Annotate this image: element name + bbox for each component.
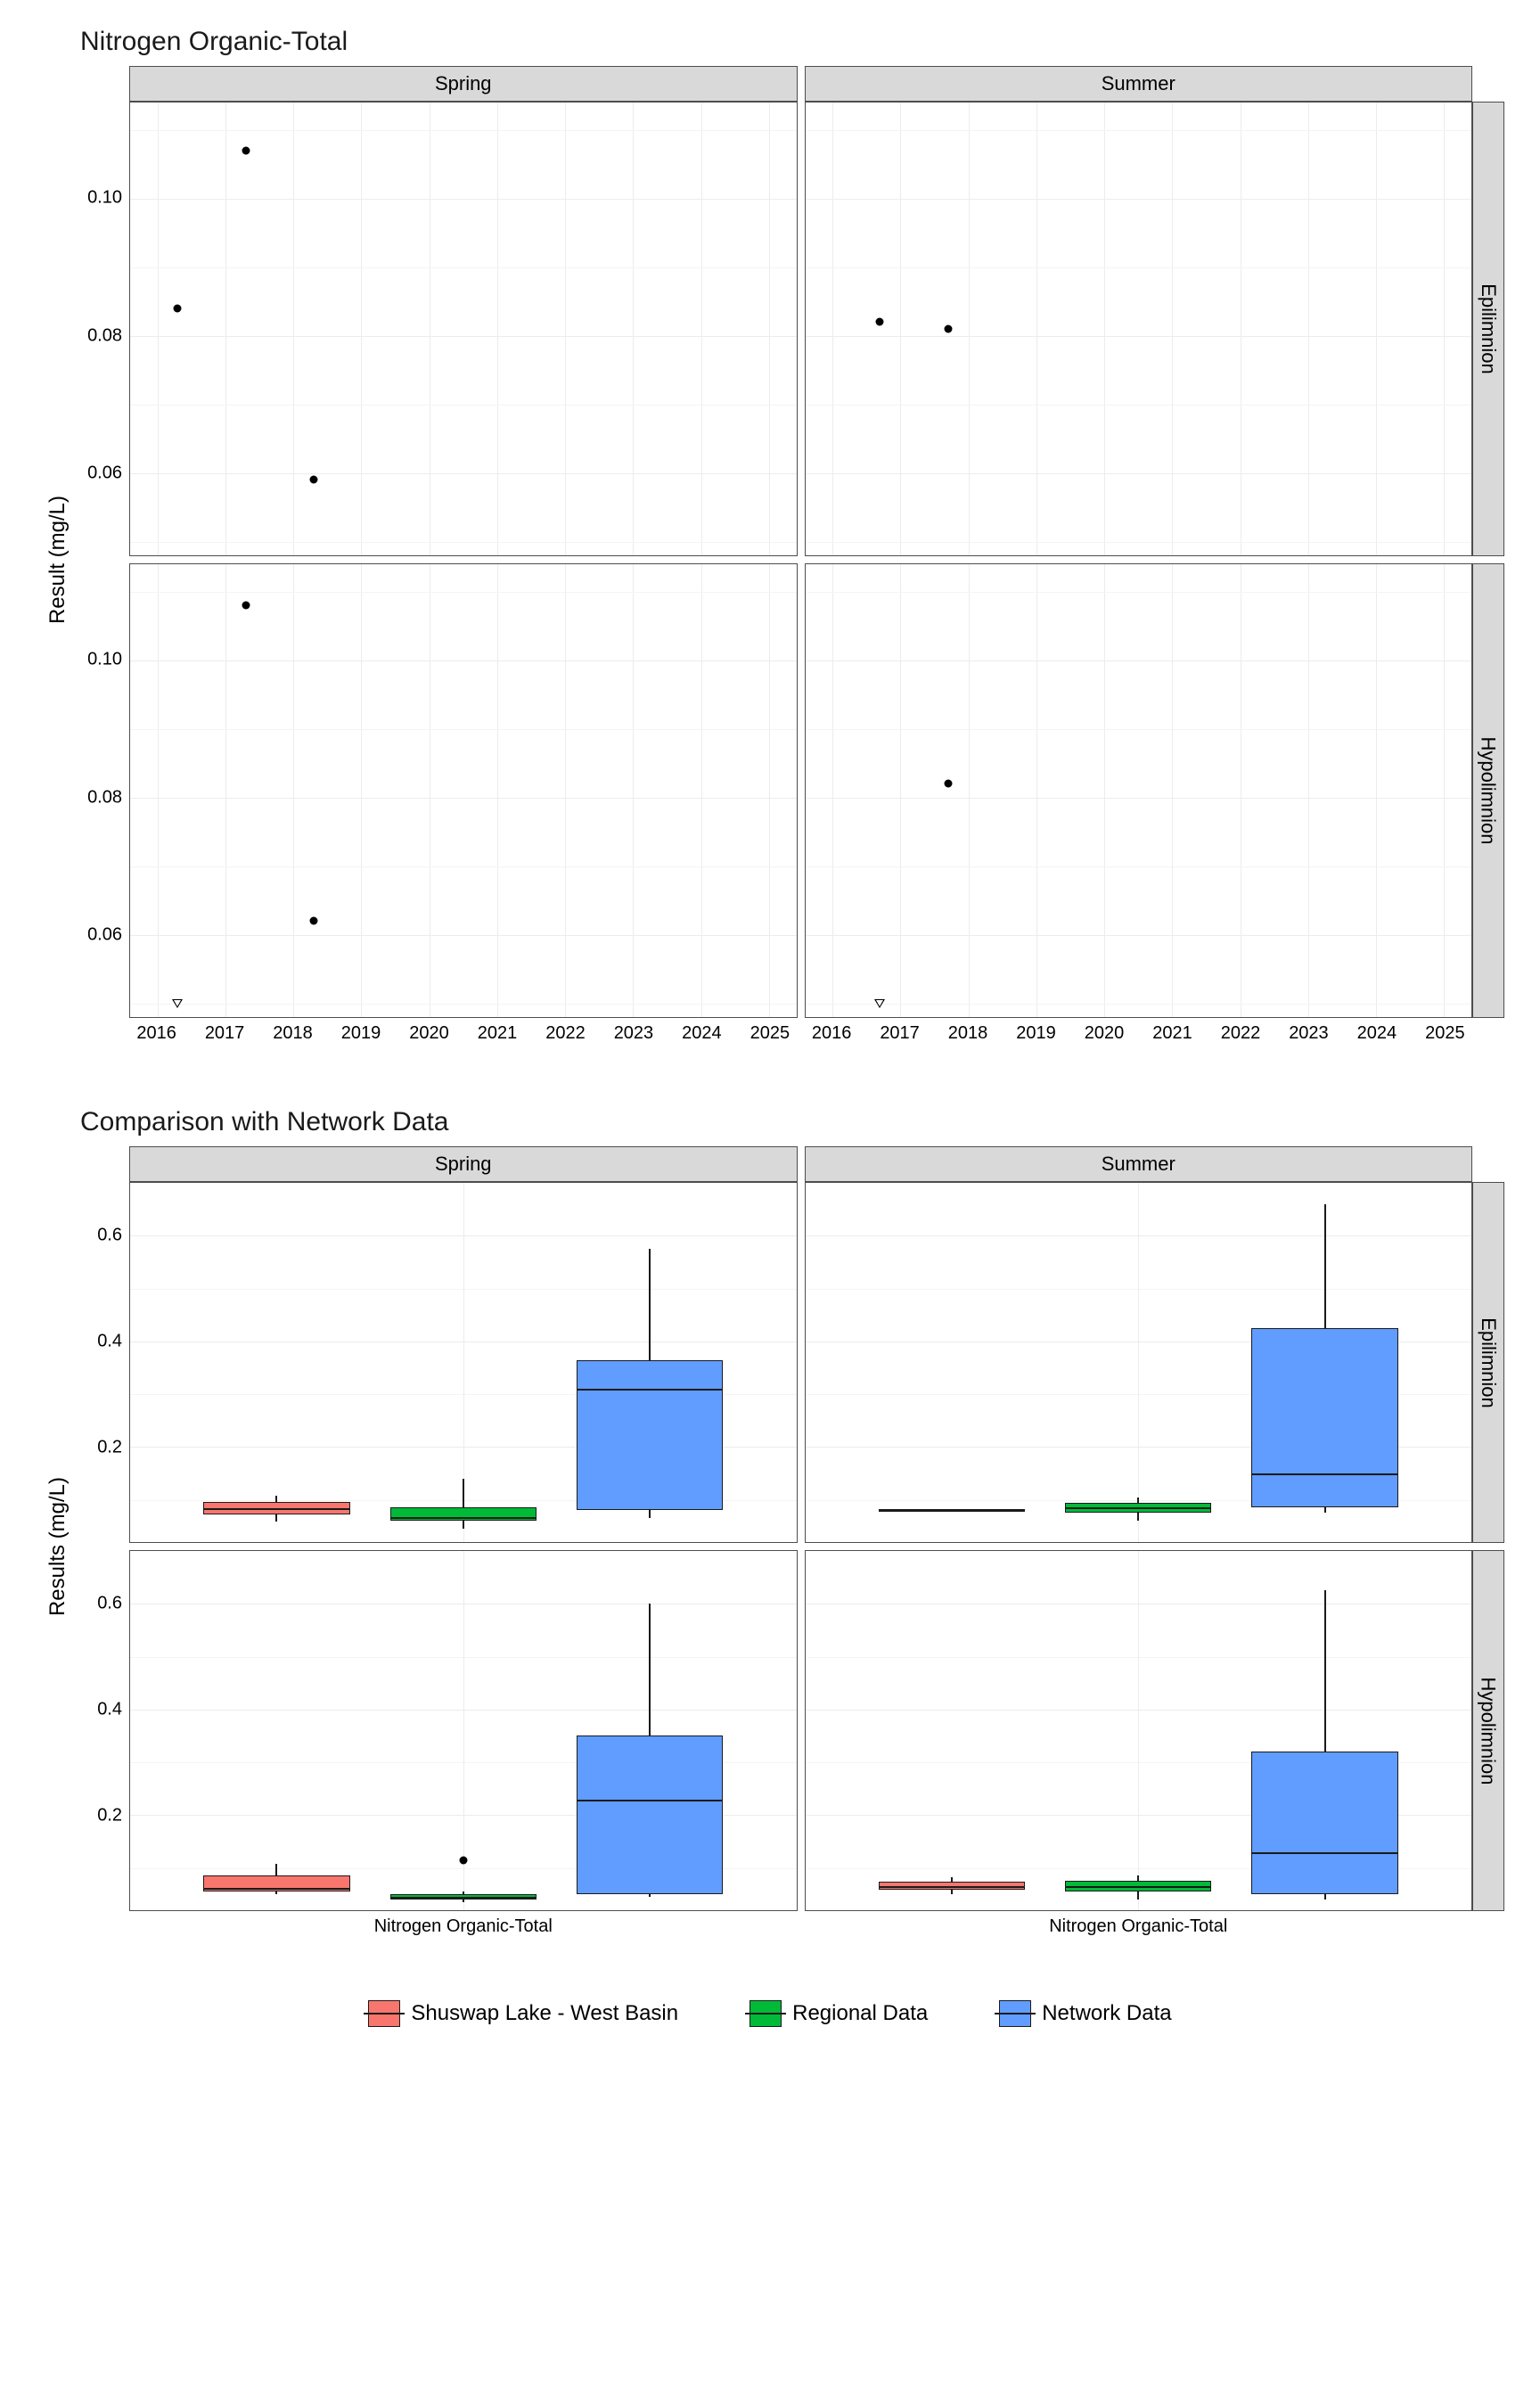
censored-point-icon [874,999,885,1008]
legend-item-regional: Regional Data [750,2000,928,2027]
boxplot-regional-data [1065,1183,1211,1542]
panel-summer-hypolimnion [805,563,1473,1018]
x-tick: 2020 [409,1023,449,1044]
legend-key-icon [999,2000,1031,2027]
boxplot-network-data [1251,1183,1397,1542]
data-point [242,146,250,154]
boxplot-shuswap-lake-west-basin [203,1183,349,1542]
boxplot-figure: Comparison with Network Data Results (mg… [36,1107,1504,1947]
panel-spring-epilimnion [129,102,798,556]
boxplot-network-data [1251,1551,1397,1910]
outlier-point [459,1856,467,1864]
boxplot-shuswap-lake-west-basin [879,1551,1025,1910]
y-tick-labels: 0.06 0.08 0.10 [80,563,129,1018]
boxplot-shuswap-lake-west-basin [203,1551,349,1910]
scatter-figure: Nitrogen Organic-Total Result (mg/L) Spr… [36,27,1504,1054]
legend-item-network: Network Data [999,2000,1171,2027]
legend-item-shuswap: Shuswap Lake - West Basin [368,2000,678,2027]
boxplot-network-data [577,1183,723,1542]
x-tick: 2019 [1016,1023,1056,1044]
data-point [944,325,952,333]
x-tick-labels: Nitrogen Organic-Total [805,1911,1473,1947]
y-tick-labels: 0.06 0.08 0.10 [80,102,129,556]
figure-title: Nitrogen Organic-Total [80,27,1504,57]
x-tick: 2024 [1357,1023,1397,1044]
facet-row-epilimnion: Epilimnion [1472,102,1504,556]
box-panel-spring-hypolimnion [129,1550,798,1911]
x-tick: 2019 [341,1023,381,1044]
x-tick: 2022 [1221,1023,1261,1044]
x-tick: 2017 [880,1023,920,1044]
x-tick: 2021 [1152,1023,1192,1044]
box-panel-spring-epilimnion [129,1182,798,1543]
data-point [242,602,250,610]
x-tick: 2017 [205,1023,245,1044]
box-panel-summer-hypolimnion [805,1550,1473,1911]
legend-key-icon [368,2000,400,2027]
x-tick: 2018 [273,1023,313,1044]
boxplot-regional-data [1065,1551,1211,1910]
y-tick-labels: 0.2 0.4 0.6 [80,1182,129,1543]
data-point [309,917,317,925]
x-tick: 2018 [948,1023,988,1044]
facet-row-hypolimnion: Hypolimnion [1472,563,1504,1018]
data-point [944,780,952,788]
x-tick-labels: 2016 2017 2018 2019 2020 2021 2022 2023 2024 2025 [805,1018,1473,1054]
boxplot-network-data [577,1551,723,1910]
y-axis-label: Results (mg/L) [45,1477,70,1616]
facet-col-spring: Spring [129,66,798,102]
x-tick: 2024 [682,1023,722,1044]
y-tick-labels: 0.2 0.4 0.6 [80,1550,129,1911]
boxplot-regional-data [390,1183,537,1542]
facet-row-epilimnion: Epilimnion [1472,1182,1504,1543]
x-tick: 2025 [1425,1023,1465,1044]
panel-spring-hypolimnion [129,563,798,1018]
boxplot-shuswap-lake-west-basin [879,1183,1025,1542]
x-tick: 2022 [545,1023,586,1044]
legend-key-icon [750,2000,782,2027]
x-tick: 2020 [1085,1023,1125,1044]
x-tick-labels: 2016 2017 2018 2019 2020 2021 2022 2023 2024 2025 [129,1018,798,1054]
facet-col-spring: Spring [129,1146,798,1182]
boxplot-regional-data [390,1551,537,1910]
x-tick: 2021 [478,1023,518,1044]
data-point [876,318,884,326]
facet-row-hypolimnion: Hypolimnion [1472,1550,1504,1911]
data-point [309,476,317,484]
censored-point-icon [172,999,183,1008]
facet-col-summer: Summer [805,1146,1473,1182]
panel-summer-epilimnion [805,102,1473,556]
legend: Shuswap Lake - West Basin Regional Data … [36,2000,1504,2027]
data-point [174,304,182,312]
x-tick: 2016 [812,1023,852,1044]
x-tick: 2016 [136,1023,176,1044]
x-tick: 2025 [750,1023,790,1044]
facet-col-summer: Summer [805,66,1473,102]
x-tick: 2023 [614,1023,654,1044]
x-tick: 2023 [1289,1023,1329,1044]
y-axis-label: Result (mg/L) [45,496,70,624]
x-tick-labels: Nitrogen Organic-Total [129,1911,798,1947]
box-panel-summer-epilimnion [805,1182,1473,1543]
figure-title: Comparison with Network Data [80,1107,1504,1137]
